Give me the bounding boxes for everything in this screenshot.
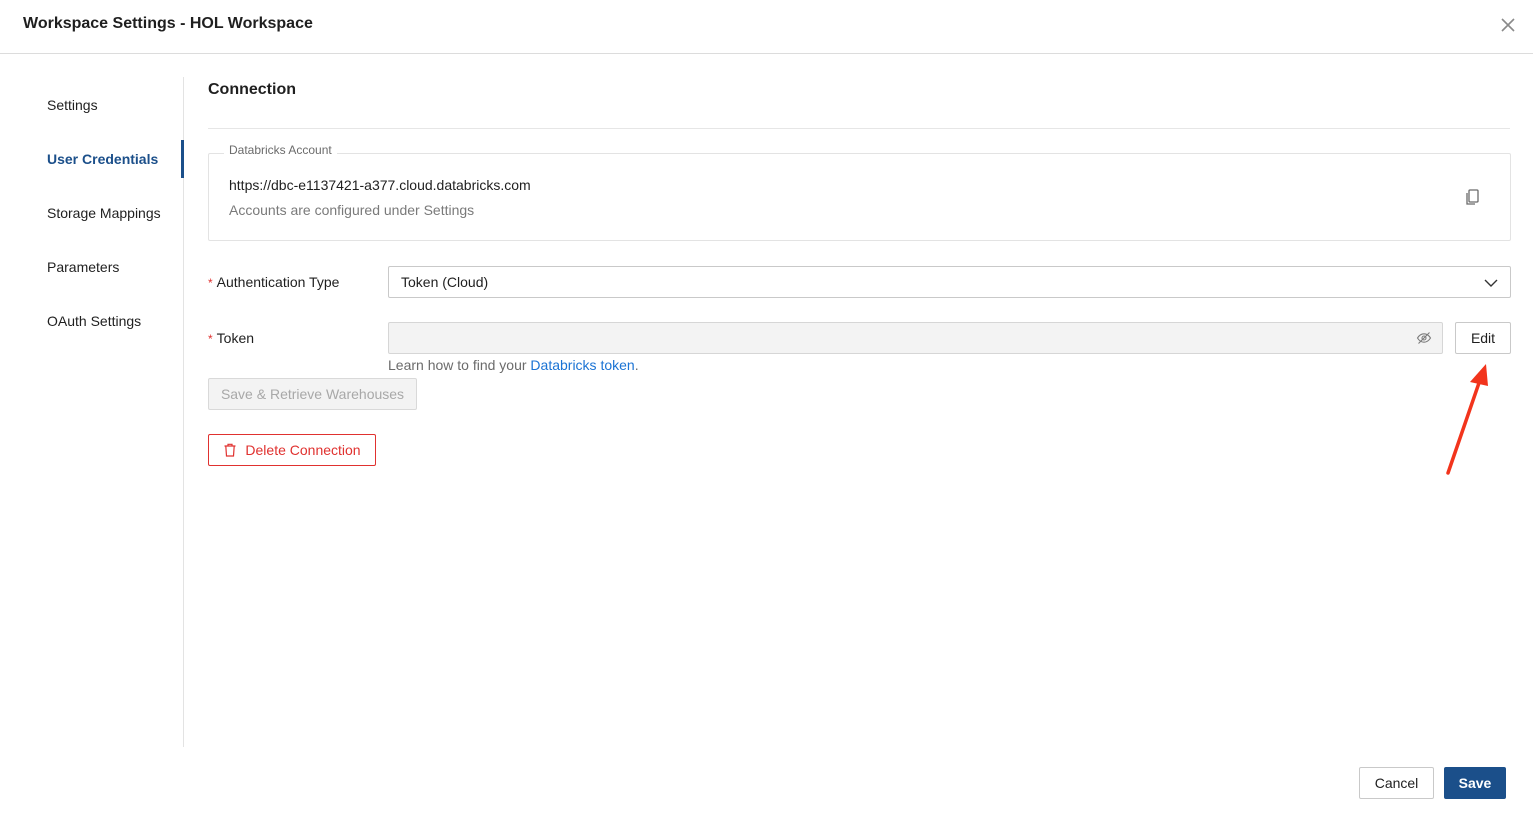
- account-hint: Accounts are configured under Settings: [229, 202, 475, 218]
- databricks-token-link[interactable]: Databricks token: [530, 357, 634, 373]
- auth-type-value: Token (Cloud): [401, 274, 489, 290]
- settings-sidebar: [0, 77, 184, 747]
- save-button[interactable]: Save: [1444, 767, 1506, 799]
- help-prefix: Learn how to find your: [388, 357, 531, 373]
- annotation-arrow-icon: [1446, 364, 1488, 475]
- required-mark: *: [208, 332, 213, 346]
- section-divider: [208, 128, 1510, 129]
- sidebar-active-indicator: [181, 140, 184, 178]
- close-icon: [1501, 18, 1515, 32]
- token-label: * Token: [208, 330, 254, 346]
- copy-icon: [1466, 189, 1479, 205]
- delete-connection-label: Delete Connection: [245, 442, 361, 458]
- token-label-text: Token: [216, 330, 255, 346]
- modal-title: Workspace Settings - HOL Workspace: [23, 15, 313, 32]
- delete-connection-button[interactable]: Delete Connection: [208, 434, 376, 466]
- required-mark: *: [208, 276, 213, 290]
- help-suffix: .: [634, 357, 639, 373]
- cancel-button[interactable]: Cancel: [1359, 767, 1434, 799]
- databricks-account-panel: [208, 153, 1511, 241]
- sidebar-item-settings[interactable]: Settings: [47, 97, 98, 113]
- token-input[interactable]: [388, 322, 1443, 354]
- section-title: Connection: [208, 81, 296, 98]
- eye-slash-icon: [1416, 332, 1432, 344]
- modal-header: Workspace Settings - HOL Workspace: [0, 0, 1533, 54]
- chevron-down-icon: [1484, 279, 1498, 287]
- auth-type-label-text: Authentication Type: [216, 274, 340, 290]
- token-help-text: Learn how to find your Databricks token.: [388, 357, 639, 373]
- sidebar-item-user-credentials[interactable]: User Credentials: [47, 151, 158, 167]
- edit-token-button[interactable]: Edit: [1455, 322, 1511, 354]
- close-button[interactable]: [1497, 14, 1519, 36]
- account-legend: Databricks Account: [224, 143, 337, 157]
- save-retrieve-warehouses-button[interactable]: Save & Retrieve Warehouses: [208, 378, 417, 410]
- trash-icon: [224, 443, 236, 457]
- auth-type-label: * Authentication Type: [208, 274, 339, 290]
- toggle-visibility-button[interactable]: [1416, 330, 1432, 346]
- sidebar-item-oauth-settings[interactable]: OAuth Settings: [47, 313, 141, 329]
- sidebar-item-storage-mappings[interactable]: Storage Mappings: [47, 205, 161, 221]
- copy-url-button[interactable]: [1464, 187, 1482, 207]
- sidebar-item-parameters[interactable]: Parameters: [47, 259, 119, 275]
- auth-type-select[interactable]: Token (Cloud): [388, 266, 1511, 298]
- account-url: https://dbc-e1137421-a377.cloud.databric…: [229, 177, 531, 193]
